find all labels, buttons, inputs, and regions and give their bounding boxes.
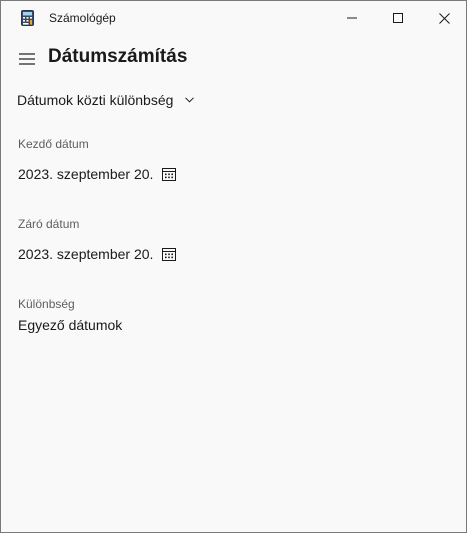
close-icon bbox=[438, 12, 450, 24]
end-date-picker[interactable]: 2023. szeptember 20. bbox=[18, 246, 177, 262]
navigation-menu-button[interactable] bbox=[15, 47, 39, 71]
window-title: Számológép bbox=[49, 11, 116, 25]
close-button[interactable] bbox=[421, 1, 467, 35]
start-date-picker[interactable]: 2023. szeptember 20. bbox=[18, 166, 177, 182]
hamburger-icon bbox=[19, 53, 35, 65]
chevron-down-icon bbox=[185, 97, 195, 103]
calculator-icon bbox=[21, 10, 34, 26]
start-date-label: Kezdő dátum bbox=[18, 137, 89, 151]
calculation-mode-dropdown[interactable]: Dátumok közti különbség bbox=[17, 92, 195, 108]
calculator-window: Számológép Dátumszámítás Dátumok közti k bbox=[0, 0, 467, 533]
maximize-button[interactable] bbox=[375, 1, 421, 35]
end-date-value: 2023. szeptember 20. bbox=[18, 246, 154, 262]
minimize-button[interactable] bbox=[329, 1, 375, 35]
minimize-icon bbox=[347, 17, 357, 19]
calendar-icon[interactable] bbox=[162, 167, 177, 181]
difference-value: Egyező dátumok bbox=[18, 317, 123, 333]
start-date-value: 2023. szeptember 20. bbox=[18, 166, 154, 182]
page-title: Dátumszámítás bbox=[48, 46, 188, 67]
calendar-icon[interactable] bbox=[162, 247, 177, 261]
calculation-mode-value: Dátumok közti különbség bbox=[17, 92, 174, 108]
title-bar[interactable]: Számológép bbox=[1, 1, 466, 35]
maximize-icon bbox=[393, 13, 403, 23]
end-date-label: Záró dátum bbox=[18, 217, 80, 231]
difference-label: Különbség bbox=[18, 297, 75, 311]
